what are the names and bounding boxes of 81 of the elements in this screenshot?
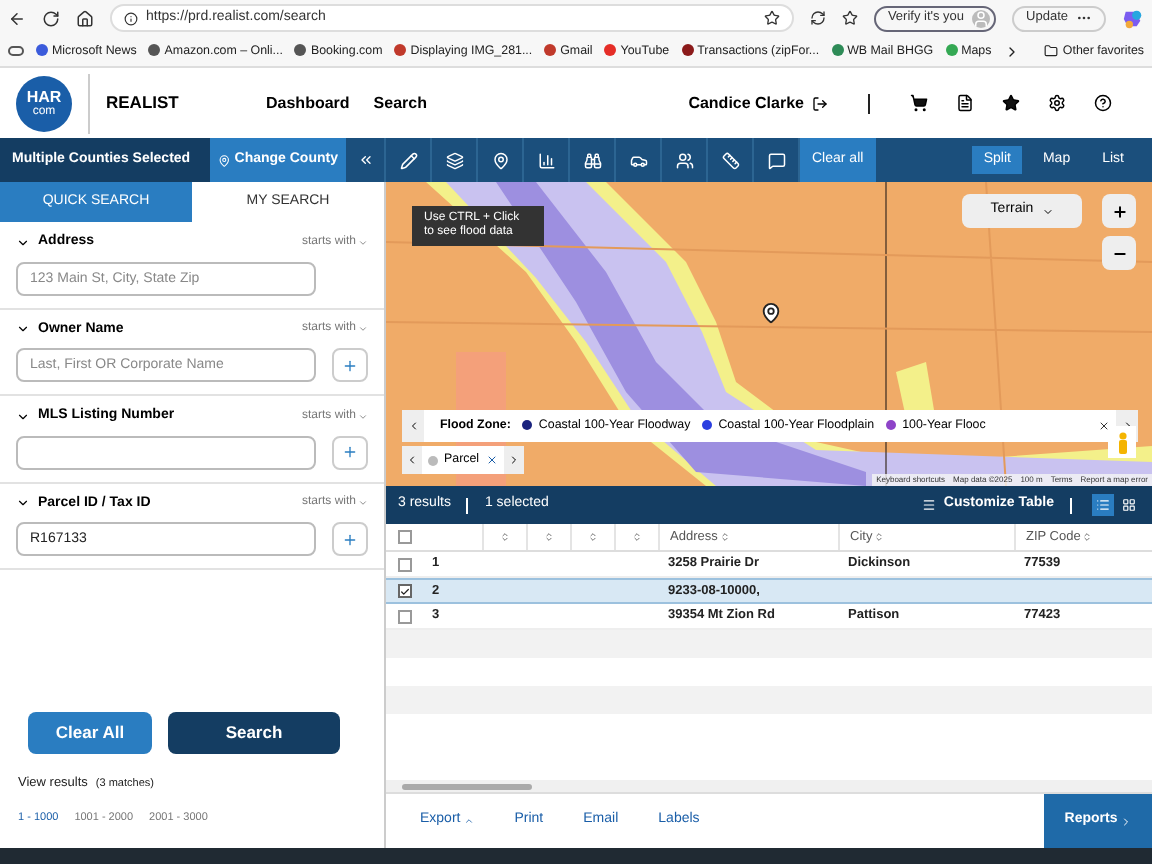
caret-icon	[358, 324, 368, 335]
check-icon	[400, 585, 410, 597]
chevron-left-icon	[407, 420, 419, 432]
caret-icon	[1041, 205, 1054, 217]
chevron-icon[interactable]	[16, 235, 30, 250]
chevron-right-icon	[1121, 420, 1133, 432]
pin-icon	[218, 153, 231, 167]
caret-icon	[464, 816, 475, 826]
chevron-left-icon	[406, 454, 418, 466]
sort-icon[interactable]	[632, 532, 642, 542]
cart-icon[interactable]	[910, 94, 928, 112]
caret-icon	[358, 498, 368, 509]
plus-icon	[342, 357, 358, 373]
horizontal-scrollbar[interactable]	[386, 780, 1152, 792]
chevron-icon[interactable]	[16, 409, 30, 424]
logout-icon[interactable]	[812, 95, 828, 111]
add-button[interactable]	[332, 435, 368, 469]
scroll-left-button[interactable]	[402, 446, 422, 474]
plus-icon	[1111, 203, 1127, 219]
ruler-icon	[721, 151, 739, 169]
favorites-icon[interactable]	[841, 10, 858, 26]
sort-icon[interactable]	[874, 532, 885, 542]
chevron-icon[interactable]	[16, 496, 30, 511]
chevron-icon[interactable]	[16, 322, 30, 337]
tab-group-icon[interactable]	[8, 46, 24, 56]
caret-icon	[358, 411, 368, 422]
sort-icon[interactable]	[1082, 532, 1093, 542]
star-icon[interactable]	[1002, 94, 1020, 112]
layers-icon	[445, 151, 463, 169]
sort-icon[interactable]	[544, 532, 554, 542]
checkbox[interactable]	[398, 584, 412, 598]
plus-icon	[342, 531, 358, 547]
search-button[interactable]: Search	[168, 712, 340, 754]
chart-icon	[537, 151, 555, 169]
nav-link[interactable]: Dashboard	[266, 91, 350, 115]
list-icon	[1096, 498, 1110, 512]
text-field[interactable]	[16, 435, 316, 469]
binoculars-icon	[583, 151, 601, 169]
checkbox[interactable]	[398, 557, 412, 571]
car-icon	[629, 151, 647, 169]
refresh-icon[interactable]	[809, 10, 826, 26]
info-icon	[124, 11, 138, 25]
sort-icon[interactable]	[588, 532, 598, 542]
figure-icon	[1115, 431, 1129, 453]
logo-text: HAR	[26, 89, 62, 105]
document-icon[interactable]	[956, 94, 974, 112]
grid-view-button[interactable]	[1118, 494, 1140, 516]
people-icon	[675, 151, 693, 169]
chevron-right-icon	[1119, 815, 1132, 827]
comment-icon	[767, 151, 785, 169]
settings-icon[interactable]	[1048, 94, 1066, 112]
location-pin-icon[interactable]	[760, 302, 782, 324]
close-icon[interactable]	[485, 454, 498, 466]
help-icon[interactable]	[1094, 94, 1112, 112]
favorite-star-icon[interactable]	[763, 10, 780, 26]
clear-all-button[interactable]: Clear All	[28, 712, 152, 754]
sort-icon[interactable]	[500, 532, 510, 542]
checkbox[interactable]	[398, 609, 412, 623]
map-pin-icon	[491, 151, 509, 169]
back-icon[interactable]	[8, 9, 26, 27]
avatar-icon	[972, 9, 991, 27]
grid-icon	[1122, 498, 1136, 512]
add-button[interactable]	[332, 348, 368, 382]
home-icon[interactable]	[76, 9, 94, 27]
reload-icon[interactable]	[42, 9, 60, 27]
assistant-logo-icon[interactable]	[1122, 7, 1144, 29]
caret-icon	[358, 237, 368, 248]
plus-icon	[342, 444, 358, 460]
add-button[interactable]	[332, 522, 368, 556]
product-name: REALIST	[106, 90, 181, 116]
close-icon[interactable]	[1098, 420, 1110, 432]
pencil-icon	[399, 151, 417, 169]
checkbox[interactable]	[398, 530, 412, 544]
menu-icon	[921, 498, 936, 512]
folder-icon	[1044, 43, 1059, 58]
nav-link[interactable]: Search	[373, 91, 427, 115]
chevron-right-icon	[507, 454, 520, 466]
zoom-in-button[interactable]	[1102, 194, 1136, 228]
sort-icon[interactable]	[719, 532, 730, 542]
double-chevron-icon	[357, 152, 373, 168]
user-name[interactable]: Candice Clarke	[688, 91, 804, 115]
